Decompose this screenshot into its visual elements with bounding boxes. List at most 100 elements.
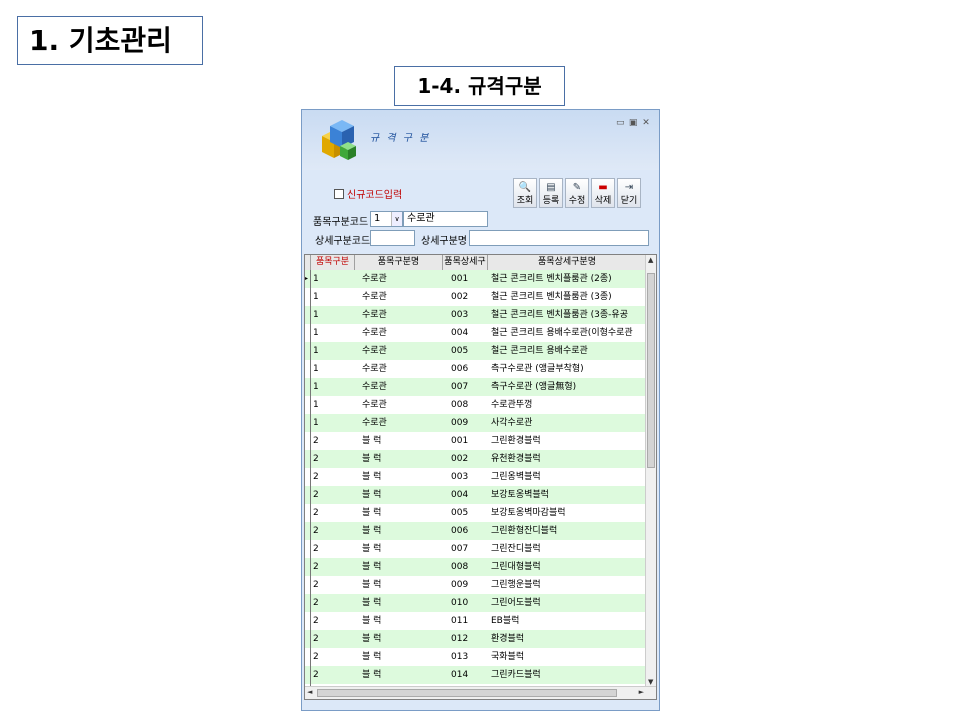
table-cell: 2: [313, 454, 319, 464]
table-cell: 006: [451, 364, 469, 374]
spec-category-window: 규 격 구 분 ▭ ▣ ✕ 신규코드입력 🔍 조회 ▤ 등록 ✎ 수정 ▬ 삭제 ⇥ 닫기…: [301, 109, 660, 711]
scroll-down-icon[interactable]: ▼: [648, 678, 653, 686]
scroll-thumb[interactable]: [647, 273, 655, 468]
table-row[interactable]: ▸ 1 수로관 001 철근 콘크리트 벤치플룸관 (2종): [305, 270, 647, 288]
table-cell: 사각수로관: [491, 418, 533, 428]
chevron-down-icon[interactable]: ∨: [391, 212, 402, 226]
edit-button-label: 수정: [568, 196, 586, 206]
table-cell: 블 럭: [362, 634, 382, 644]
table-cell: 블 럭: [362, 616, 382, 626]
checkbox-box[interactable]: [334, 188, 344, 199]
table-cell: 007: [451, 382, 469, 392]
table-cell: 수로관: [362, 418, 387, 428]
table-cell: 그린행운블럭: [491, 580, 541, 590]
detail-code-field[interactable]: [370, 230, 415, 246]
window-title: 규 격 구 분: [370, 133, 431, 144]
table-row[interactable]: 2 블 럭 011 EB블럭: [305, 612, 647, 630]
scroll-thumb[interactable]: [317, 689, 617, 697]
grid-rows: ▸ 1 수로관 001 철근 콘크리트 벤치플룸관 (2종) 1 수로관 002 철근 콘크리트…: [305, 270, 647, 699]
table-row[interactable]: 2 블 럭 012 환경블럭: [305, 630, 647, 648]
detail-name-field[interactable]: [469, 230, 649, 246]
table-cell: 수로관: [362, 292, 387, 302]
table-row[interactable]: 2 블 럭 002 유천환경블럭: [305, 450, 647, 468]
item-name-field[interactable]: 수로관: [403, 211, 488, 227]
spec-grid: 품목구분 품목구분명 품목상세구 품목상세구분명 ▸ 1 수로관 001 철근 콘크리트…: [304, 254, 657, 700]
table-row[interactable]: 1 수로관 005 철근 콘크리트 용배수로관: [305, 342, 647, 360]
table-cell: 002: [451, 454, 469, 464]
vertical-scrollbar[interactable]: ▲ ▼: [645, 255, 656, 687]
table-cell: 004: [451, 490, 469, 500]
table-row[interactable]: 1 수로관 002 철근 콘크리트 벤치플룸관 (3종): [305, 288, 647, 306]
table-row[interactable]: 1 수로관 004 철근 콘크리트 용배수로관(이형수로관: [305, 324, 647, 342]
minimize-icon[interactable]: ▭: [615, 118, 625, 128]
table-cell: 블 럭: [362, 670, 382, 680]
table-cell: 2: [313, 526, 319, 536]
table-cell: 수로관: [362, 310, 387, 320]
table-cell: 그린대형블럭: [491, 562, 541, 572]
table-row[interactable]: 2 블 럭 003 그린옹벽블럭: [305, 468, 647, 486]
table-cell: 2: [313, 598, 319, 608]
table-cell: 004: [451, 328, 469, 338]
table-cell: 1: [313, 274, 319, 284]
maximize-icon[interactable]: ▣: [628, 118, 638, 128]
scroll-left-icon[interactable]: ◄: [307, 688, 312, 696]
table-cell: 수로관: [362, 328, 387, 338]
close-button[interactable]: ⇥ 닫기: [617, 178, 641, 208]
new-code-checkbox[interactable]: 신규코드입력: [334, 186, 402, 201]
item-code-select[interactable]: 1 ∨: [370, 211, 403, 227]
table-row[interactable]: 2 블 럭 010 그린어도블럭: [305, 594, 647, 612]
item-code-value: 1: [374, 213, 381, 224]
table-cell: 그린환경블럭: [491, 436, 541, 446]
edit-icon: ✎: [572, 182, 582, 193]
table-cell: 2: [313, 544, 319, 554]
table-row[interactable]: 1 수로관 006 측구수로관 (앵글부착형): [305, 360, 647, 378]
table-cell: 블 럭: [362, 508, 382, 518]
column-header[interactable]: 품목상세구: [443, 255, 488, 270]
table-cell: 수로관: [362, 400, 387, 410]
table-row[interactable]: 2 블 럭 013 국화블럭: [305, 648, 647, 666]
table-cell: 008: [451, 562, 469, 572]
toolbar: 🔍 조회 ▤ 등록 ✎ 수정 ▬ 삭제 ⇥ 닫기: [513, 178, 641, 208]
register-button[interactable]: ▤ 등록: [539, 178, 563, 208]
close-icon[interactable]: ✕: [641, 118, 651, 128]
table-cell: 1: [313, 418, 319, 428]
table-row[interactable]: 2 블 럭 008 그린대형블럭: [305, 558, 647, 576]
table-cell: 블 럭: [362, 436, 382, 446]
table-cell: 002: [451, 292, 469, 302]
table-row[interactable]: 2 블 럭 006 그린환형잔디블럭: [305, 522, 647, 540]
horizontal-scrollbar[interactable]: ◄ ►: [305, 686, 656, 699]
table-cell: 2: [313, 634, 319, 644]
delete-button[interactable]: ▬ 삭제: [591, 178, 615, 208]
table-cell: 철근 콘크리트 벤치플룸관 (3종): [491, 292, 612, 302]
table-row[interactable]: 2 블 럭 005 보강토옹벽마감블럭: [305, 504, 647, 522]
table-cell: 그린잔디블럭: [491, 544, 541, 554]
column-header[interactable]: 품목구분: [311, 255, 355, 270]
scroll-right-icon[interactable]: ►: [639, 688, 644, 696]
edit-button[interactable]: ✎ 수정: [565, 178, 589, 208]
table-row[interactable]: 1 수로관 008 수로관뚜껑: [305, 396, 647, 414]
table-row[interactable]: 2 블 럭 014 그린카드블럭: [305, 666, 647, 684]
search-button[interactable]: 🔍 조회: [513, 178, 537, 208]
table-cell: 그린옹벽블럭: [491, 472, 541, 482]
column-header[interactable]: 품목구분명: [355, 255, 443, 270]
table-cell: 014: [451, 670, 469, 680]
table-row[interactable]: 2 블 럭 001 그린환경블럭: [305, 432, 647, 450]
exit-icon: ⇥: [624, 182, 634, 193]
table-cell: 국화블럭: [491, 652, 525, 662]
table-cell: 수로관: [362, 274, 387, 284]
table-row[interactable]: 2 블 럭 004 보강토옹벽블럭: [305, 486, 647, 504]
search-button-label: 조회: [516, 196, 534, 206]
table-cell: 그린카드블럭: [491, 670, 541, 680]
table-row[interactable]: 1 수로관 009 사각수로관: [305, 414, 647, 432]
table-row[interactable]: 1 수로관 007 측구수로관 (앵글無형): [305, 378, 647, 396]
table-cell: 블 럭: [362, 598, 382, 608]
table-row[interactable]: 1 수로관 003 철근 콘크리트 벤치플룸관 (3종-유공: [305, 306, 647, 324]
table-cell: 그린환형잔디블럭: [491, 526, 558, 536]
table-row[interactable]: 2 블 럭 009 그린행운블럭: [305, 576, 647, 594]
column-header[interactable]: 품목상세구분명: [488, 255, 647, 270]
window-header: 규 격 구 분 ▭ ▣ ✕: [302, 110, 659, 170]
table-cell: 블 럭: [362, 544, 382, 554]
scroll-up-icon[interactable]: ▲: [648, 256, 653, 264]
table-cell: 환경블럭: [491, 634, 525, 644]
table-row[interactable]: 2 블 럭 007 그린잔디블럭: [305, 540, 647, 558]
